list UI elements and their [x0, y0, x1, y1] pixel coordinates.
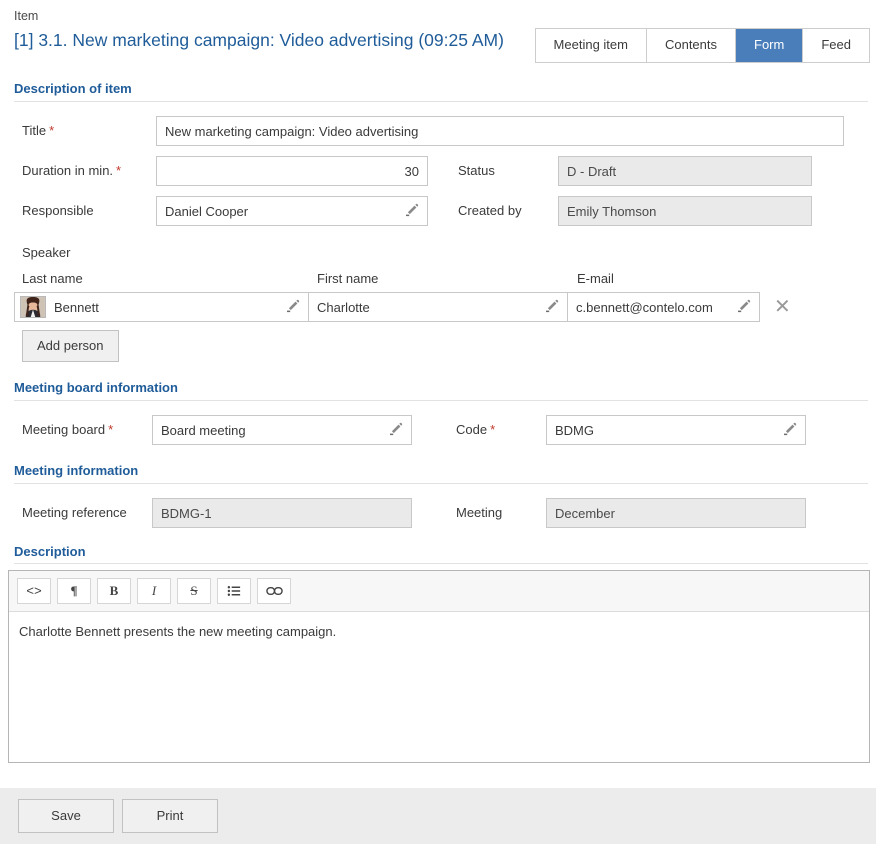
edit-pencil-icon[interactable]: [284, 299, 300, 315]
section-meeting-information: Meeting information Meeting reference BD…: [0, 463, 876, 528]
field-row-title: Title * New marketing campaign: Video adv…: [0, 116, 876, 146]
responsible-label: Responsible: [22, 203, 94, 218]
created-by-label: Created by: [458, 203, 522, 218]
remove-speaker-icon[interactable]: ✕: [770, 297, 795, 317]
meeting-board-label: Meeting board *: [22, 422, 114, 437]
section-heading: Meeting board information: [14, 380, 178, 395]
responsible-input[interactable]: Daniel Cooper: [156, 196, 428, 226]
field-row-duration-status: Duration in min. * 30 Status D - Draft: [0, 156, 876, 186]
created-by-value: Emily Thomson: [558, 196, 812, 226]
add-person-button[interactable]: Add person: [22, 330, 119, 362]
link-icon[interactable]: [257, 578, 291, 604]
section-divider: [14, 400, 868, 401]
rich-text-editor: <> ¶ B I S Charlotte Bennett presents th…: [8, 570, 870, 763]
required-marker: *: [490, 422, 496, 437]
edit-pencil-icon[interactable]: [387, 422, 403, 438]
code-label: Code *: [456, 422, 496, 437]
field-row-board-code: Meeting board * Board meeting Code * BDMG: [0, 415, 876, 445]
section-divider: [14, 563, 868, 564]
print-button[interactable]: Print: [122, 799, 218, 833]
editor-content[interactable]: Charlotte Bennett presents the new meeti…: [9, 612, 869, 762]
editor-toolbar: <> ¶ B I S: [9, 571, 869, 612]
required-marker: *: [108, 422, 114, 437]
speaker-last-name-input[interactable]: Bennett: [14, 292, 309, 322]
status-label: Status: [458, 163, 495, 178]
italic-icon[interactable]: I: [137, 578, 171, 604]
duration-input[interactable]: 30: [156, 156, 428, 186]
column-email: E-mail: [577, 271, 614, 286]
field-row-responsible-createdby: Responsible Daniel Cooper Created by Emi…: [0, 196, 876, 226]
section-heading: Description: [14, 544, 86, 559]
paragraph-icon[interactable]: ¶: [57, 578, 91, 604]
strikethrough-icon[interactable]: S: [177, 578, 211, 604]
breadcrumb: Item: [14, 9, 39, 23]
edit-pencil-icon[interactable]: [735, 299, 751, 315]
form-page: Item [1] 3.1. New marketing campaign: Vi…: [0, 0, 876, 844]
bullet-list-icon[interactable]: [217, 578, 251, 604]
tab-feed[interactable]: Feed: [803, 29, 869, 62]
field-row-meeting: Meeting reference BDMG-1 Meeting Decembe…: [0, 498, 876, 528]
meeting-reference-label: Meeting reference: [22, 505, 127, 520]
status-value: D - Draft: [558, 156, 812, 186]
duration-label: Duration in min. *: [22, 163, 122, 178]
title-input[interactable]: New marketing campaign: Video advertisin…: [156, 116, 844, 146]
column-last-name: Last name: [22, 271, 83, 286]
source-code-icon[interactable]: <>: [17, 578, 51, 604]
speaker-first-name-input[interactable]: Charlotte: [308, 292, 568, 322]
tab-bar: Meeting item Contents Form Feed: [534, 28, 870, 63]
speaker-email-input[interactable]: c.bennett@contelo.com: [567, 292, 760, 322]
footer-bar: Save Print: [0, 788, 876, 844]
section-heading: Description of item: [14, 81, 132, 96]
edit-pencil-icon[interactable]: [781, 422, 797, 438]
meeting-label: Meeting: [456, 505, 503, 520]
section-speaker: Speaker Last name First name E-mail Benn…: [0, 244, 876, 362]
code-input[interactable]: BDMG: [546, 415, 806, 445]
section-meeting-board-information: Meeting board information Meeting board *…: [0, 380, 876, 445]
edit-pencil-icon[interactable]: [403, 203, 419, 219]
bold-icon[interactable]: B: [97, 578, 131, 604]
section-description-of-item: Description of item Title * New marketing…: [0, 81, 876, 226]
section-heading: Meeting information: [14, 463, 139, 478]
column-first-name: First name: [317, 271, 379, 286]
speaker-column-headers: Last name First name E-mail: [22, 270, 876, 288]
section-divider: [14, 483, 868, 484]
meeting-value: December: [546, 498, 806, 528]
tab-form[interactable]: Form: [736, 29, 804, 62]
title-label: Title *: [22, 123, 55, 138]
table-row: Bennett Charlotte c.bennett@contelo.com …: [14, 292, 876, 322]
tab-contents[interactable]: Contents: [646, 29, 737, 62]
section-divider: [14, 101, 868, 102]
required-marker: *: [116, 163, 122, 178]
required-marker: *: [49, 123, 55, 138]
edit-pencil-icon[interactable]: [543, 299, 559, 315]
meeting-board-input[interactable]: Board meeting: [152, 415, 412, 445]
meeting-reference-value: BDMG-1: [152, 498, 412, 528]
save-button[interactable]: Save: [18, 799, 114, 833]
speaker-heading: Speaker: [22, 245, 71, 260]
avatar: [20, 296, 46, 318]
tab-meeting-item[interactable]: Meeting item: [535, 29, 647, 62]
section-description: Description <> ¶ B I S Charlotte Bennett…: [0, 544, 876, 763]
